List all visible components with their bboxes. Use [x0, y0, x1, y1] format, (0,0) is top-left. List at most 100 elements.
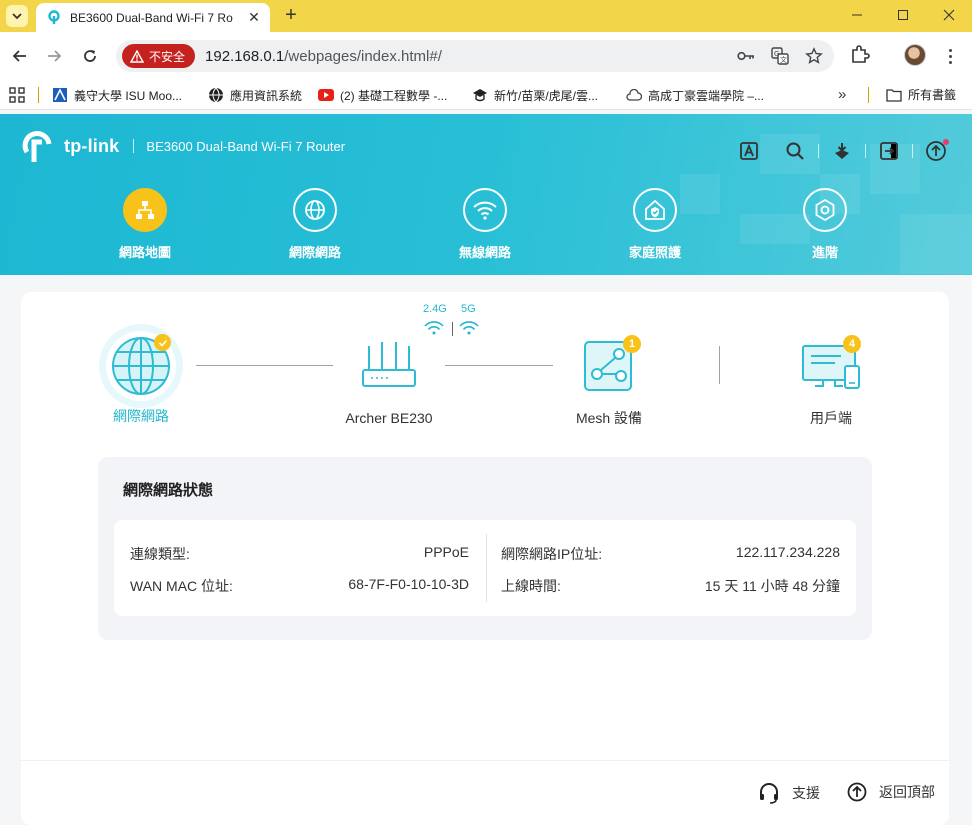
- wifi-icon: [463, 188, 507, 232]
- status-panel: 連線類型: PPPoE WAN MAC 位址: 68-7F-F0-10-10-3…: [114, 520, 856, 616]
- bookmark-item[interactable]: 新竹/苗栗/虎尾/雲...: [472, 86, 598, 104]
- bookmark-item[interactable]: 應用資訊系統: [208, 86, 302, 104]
- topology-clients[interactable]: 用戶端 4: [783, 335, 879, 428]
- isu-icon: [52, 87, 68, 103]
- tab-search-button[interactable]: [6, 5, 28, 27]
- connection-line: [445, 365, 553, 366]
- conn-type-label: 連線類型:: [130, 546, 190, 562]
- band-5g-label: 5G: [461, 303, 476, 315]
- content-card: 網際網路 2.4G 5G Archer BE230 Mesh 設備 1 用戶端 …: [21, 292, 949, 825]
- tp-link-logo-icon: [22, 131, 52, 162]
- bookmark-label: 義守大學 ISU Moo...: [74, 88, 183, 103]
- profile-avatar[interactable]: [904, 44, 926, 66]
- browser-menu-button[interactable]: [940, 44, 960, 68]
- puzzle-icon: [852, 45, 870, 63]
- tp-link-logo[interactable]: tp-link BE3600 Dual-Band Wi-Fi 7 Router: [20, 128, 345, 164]
- window-minimize-button[interactable]: [834, 0, 880, 30]
- network-map-icon: [123, 188, 167, 232]
- topology-label: Mesh 設備: [575, 410, 643, 426]
- nav-wireless[interactable]: 無線網路: [425, 188, 545, 261]
- nav-label: 網際網路: [288, 245, 341, 260]
- back-to-top-label: 返回頂部: [879, 784, 935, 800]
- mesh-count-badge: 1: [623, 335, 641, 353]
- nav-advanced[interactable]: 進階: [765, 188, 885, 261]
- reload-button[interactable]: [78, 44, 102, 68]
- url-host: 192.168.0.1: [205, 47, 285, 65]
- bookmark-label: 應用資訊系統: [230, 88, 303, 103]
- new-tab-button[interactable]: +: [280, 4, 302, 26]
- security-chip[interactable]: 不安全: [122, 44, 196, 68]
- browser-toolbar: 不安全 192.168.0.1/webpages/index.html#/ G文: [0, 32, 972, 80]
- back-button[interactable]: [8, 44, 32, 68]
- bookmark-item[interactable]: (2) 基礎工程數學 -...: [318, 86, 447, 104]
- divider-line: [719, 346, 720, 384]
- bookmark-item[interactable]: 義守大學 ISU Moo...: [52, 86, 182, 104]
- forward-button[interactable]: [42, 44, 66, 68]
- logout-icon[interactable]: [876, 138, 902, 164]
- ip-value: 122.117.234.228: [735, 544, 840, 560]
- reload-icon: [84, 50, 96, 62]
- password-key-icon[interactable]: [734, 44, 758, 68]
- bookmark-item[interactable]: 高成丁豪雲端學院 –...: [626, 86, 764, 104]
- extensions-button[interactable]: [850, 44, 870, 69]
- notification-dot: [943, 139, 949, 145]
- router-model: BE3600 Dual-Band Wi-Fi 7 Router: [146, 138, 346, 154]
- nav-label: 家庭照護: [628, 245, 681, 260]
- chevron-down-icon: [12, 13, 22, 20]
- uptime-value: 15 天 11 小時 48 分鐘: [704, 578, 840, 594]
- svg-text:文: 文: [780, 55, 787, 64]
- apps-grid-icon[interactable]: [9, 87, 25, 103]
- graduation-cap-icon: [472, 87, 488, 103]
- nav-internet[interactable]: 網際網路: [255, 188, 375, 261]
- topology-mesh[interactable]: Mesh 設備 1: [561, 335, 657, 428]
- topology-label: 網際網路: [113, 408, 169, 424]
- address-bar[interactable]: 不安全 192.168.0.1/webpages/index.html#/ G文: [116, 40, 834, 72]
- window-close-button[interactable]: [926, 0, 972, 30]
- arrow-up-circle-icon: [847, 782, 867, 802]
- warning-triangle-icon: [130, 49, 144, 63]
- all-bookmarks-label: 所有書籤: [908, 88, 957, 102]
- arrow-right-icon: [48, 50, 62, 62]
- arrow-left-icon: [12, 50, 26, 62]
- browser-tab-active[interactable]: BE3600 Dual-Band Wi-Fi 7 Ro ✕: [36, 3, 270, 32]
- support-label: 支援: [792, 785, 820, 801]
- status-title: 網際網路狀態: [123, 482, 214, 499]
- url-path: /webpages/index.html#/: [284, 47, 442, 65]
- ip-label: 網際網路IP位址:: [501, 546, 603, 562]
- router-icon: [362, 342, 416, 387]
- back-to-top-link[interactable]: 返回頂部: [847, 782, 935, 802]
- bookmarks-bar: 義守大學 ISU Moo... 應用資訊系統 (2) 基礎工程數學 -... 新…: [0, 80, 972, 110]
- conn-type-value: PPPoE: [423, 544, 469, 560]
- wifi-5g-icon: [459, 321, 479, 335]
- window-maximize-button[interactable]: [880, 0, 926, 30]
- all-bookmarks-button[interactable]: 所有書籤: [886, 86, 956, 103]
- svg-text:G: G: [774, 50, 779, 58]
- topology-router[interactable]: Archer BE230: [333, 340, 445, 426]
- browser-tab-bar: BE3600 Dual-Band Wi-Fi 7 Ro ✕ +: [0, 0, 972, 32]
- wan-mac-label: WAN MAC 位址:: [130, 578, 233, 594]
- security-label: 不安全: [149, 49, 186, 64]
- nav-homecare[interactable]: 家庭照護: [595, 188, 715, 261]
- firmware-update-icon[interactable]: [923, 138, 949, 164]
- wan-mac-value: 68-7F-F0-10-10-3D: [348, 576, 469, 592]
- nav-network-map[interactable]: 網路地圖: [85, 188, 205, 261]
- connection-line: [196, 365, 333, 366]
- tab-close-icon[interactable]: ✕: [246, 9, 262, 26]
- nav-label: 進階: [811, 245, 838, 260]
- language-icon[interactable]: [736, 138, 762, 164]
- support-link[interactable]: 支援: [758, 782, 820, 804]
- clients-count-badge: 4: [843, 335, 861, 353]
- globe-icon: [293, 188, 337, 232]
- globe-icon: [99, 324, 183, 408]
- close-icon: [943, 9, 955, 21]
- band-2g-label: 2.4G: [423, 303, 447, 315]
- topology-internet[interactable]: 網際網路: [97, 322, 185, 426]
- url-text[interactable]: 192.168.0.1/webpages/index.html#/: [205, 48, 442, 65]
- bookmarks-overflow-icon[interactable]: »: [838, 86, 846, 103]
- download-app-icon[interactable]: [829, 138, 855, 164]
- internet-status-box: 網際網路狀態 連線類型: PPPoE WAN MAC 位址: 68-7F-F0-…: [98, 457, 872, 640]
- translate-icon[interactable]: G文: [768, 44, 792, 68]
- bookmark-star-icon[interactable]: [802, 44, 826, 68]
- minimize-icon: [852, 14, 862, 16]
- search-icon[interactable]: [782, 138, 808, 164]
